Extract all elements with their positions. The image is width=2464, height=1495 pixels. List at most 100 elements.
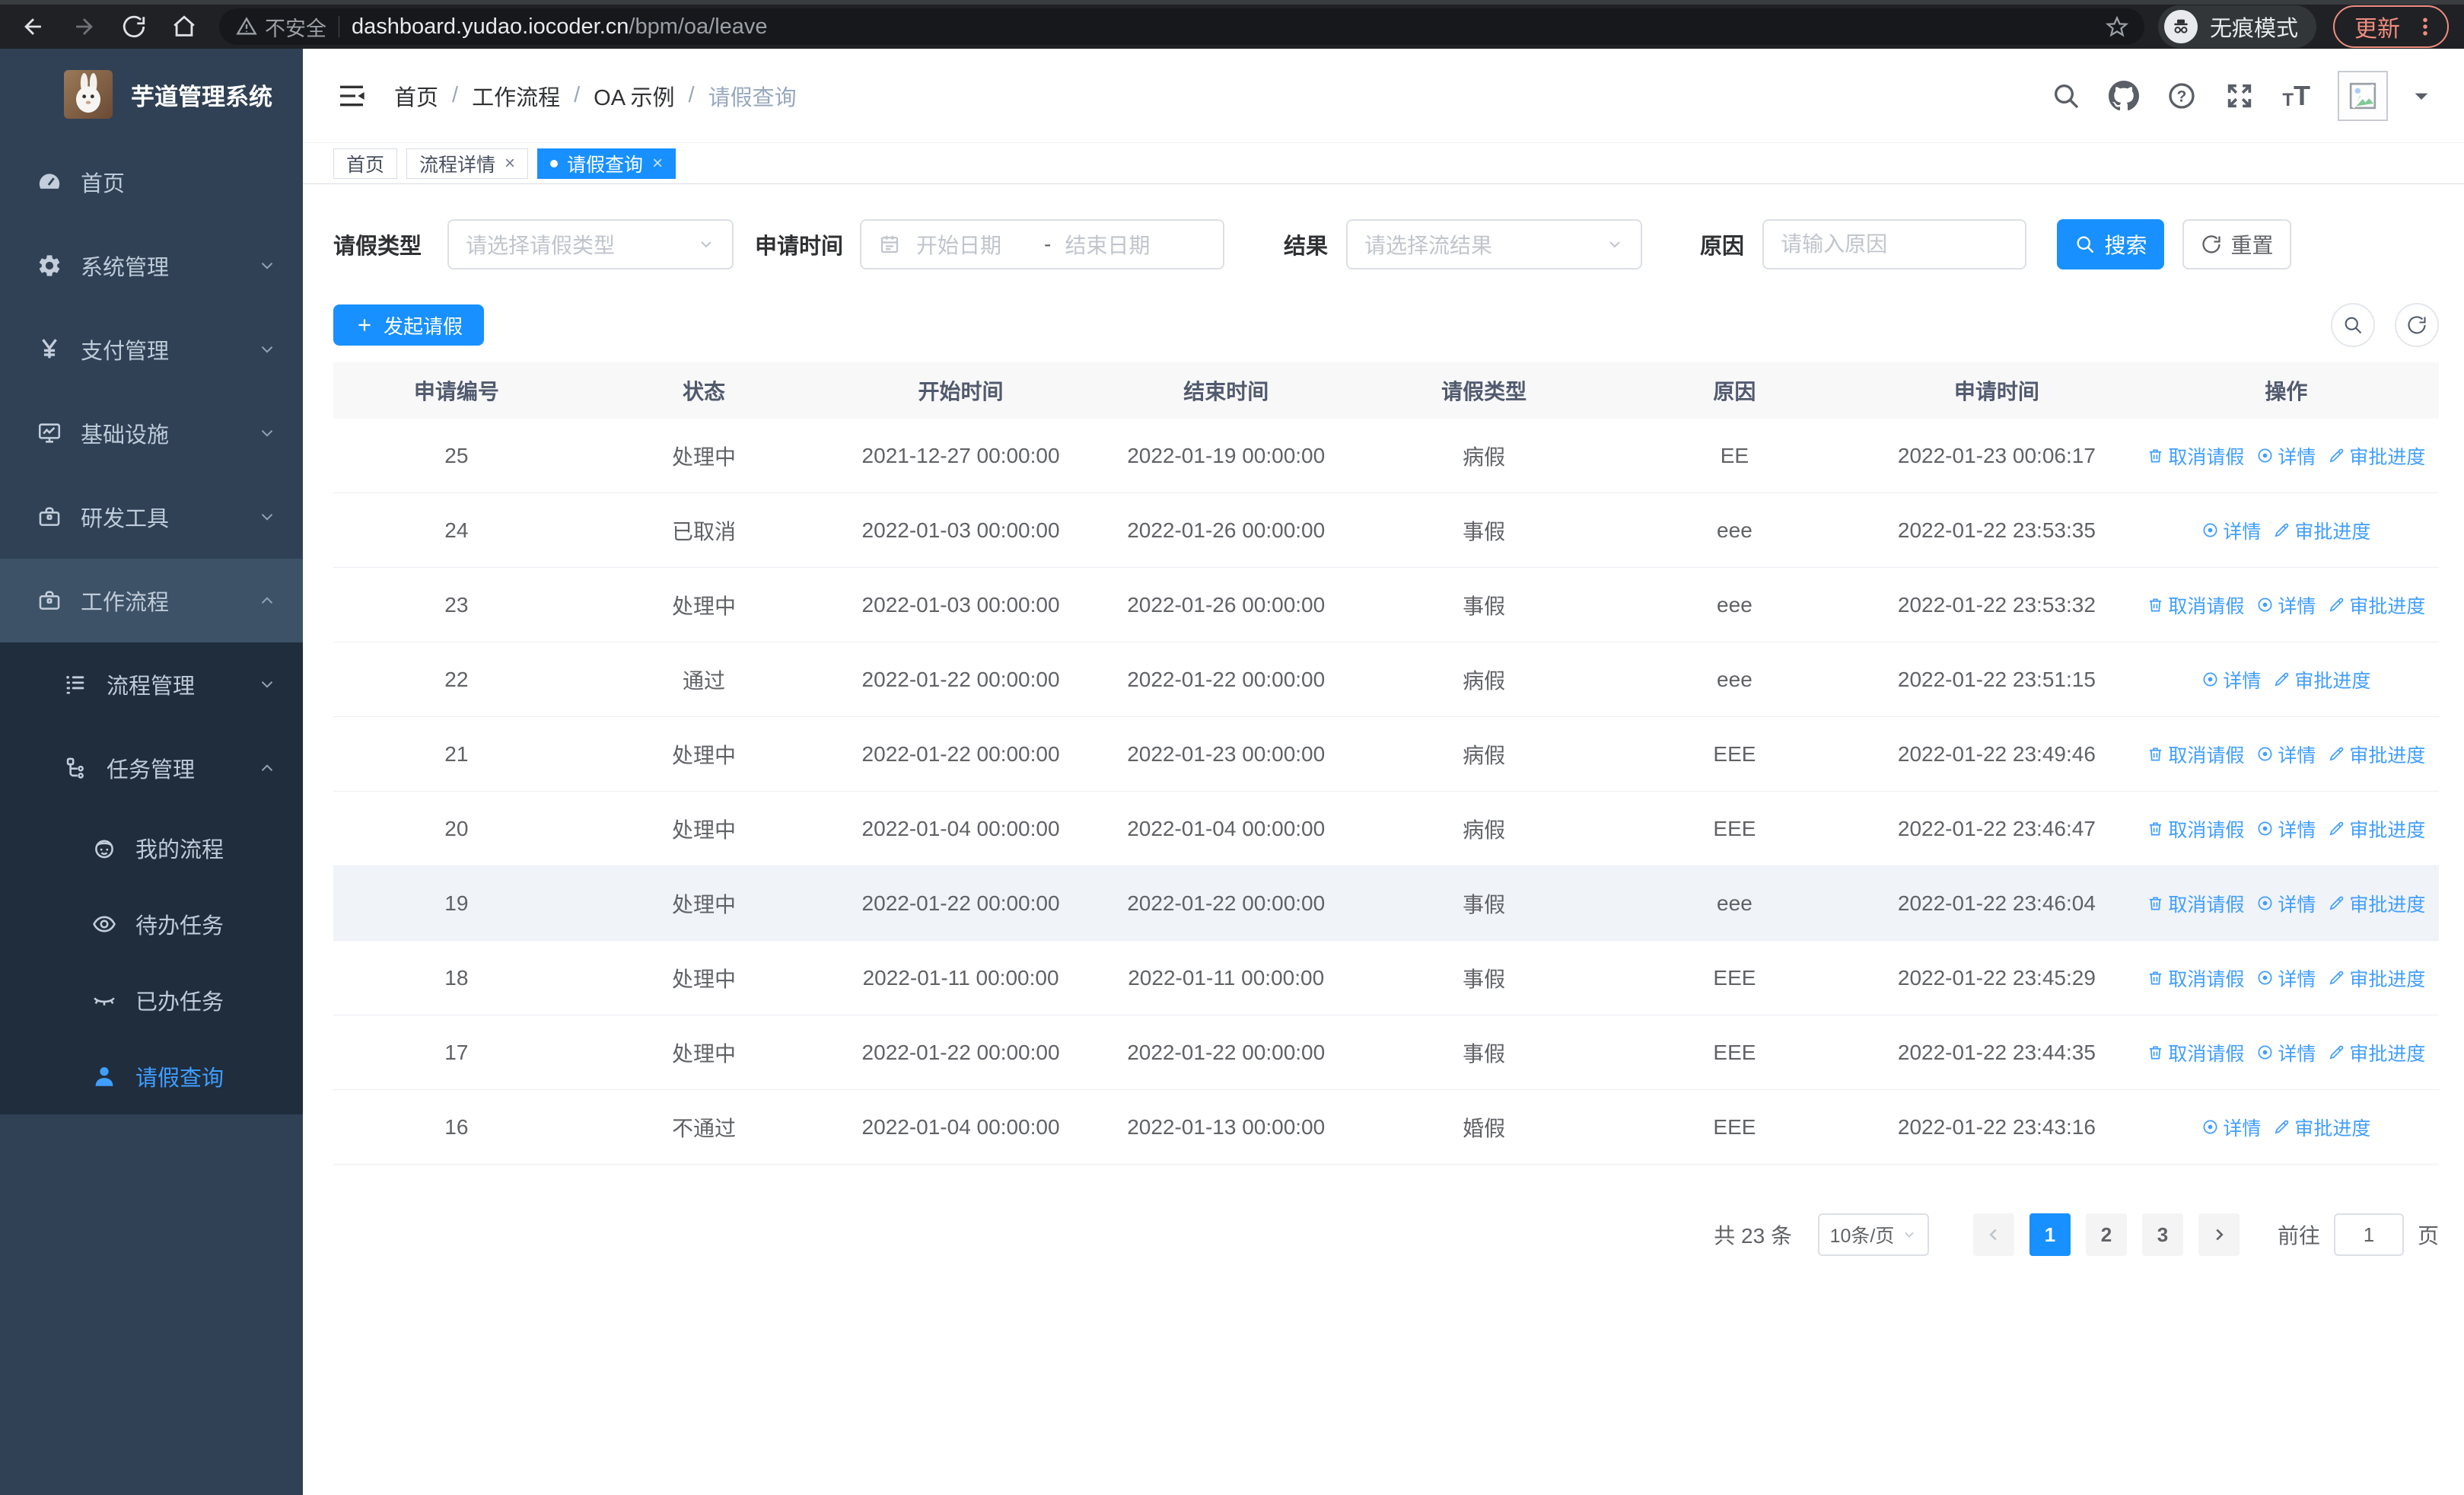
breadcrumb-item[interactable]: 首页: [394, 80, 438, 112]
back-icon[interactable]: [12, 7, 55, 46]
sidebar-item[interactable]: 任务管理: [0, 726, 303, 810]
reset-button[interactable]: 重置: [2182, 219, 2292, 269]
action-cancel[interactable]: 取消请假: [2147, 815, 2244, 843]
edit-icon: [2328, 1044, 2345, 1061]
action-progress[interactable]: 审批进度: [2328, 741, 2425, 768]
font-size-icon[interactable]: TT: [2282, 81, 2310, 110]
leave-type-select[interactable]: 请选择请假类型: [447, 219, 734, 269]
view-tag[interactable]: 请假查询 ×: [537, 148, 676, 179]
action-detail[interactable]: 详情: [2256, 442, 2316, 470]
table-row[interactable]: 25 处理中 2021-12-27 00:00:00 2022-01-19 00:00…: [333, 419, 2439, 493]
action-progress[interactable]: 审批进度: [2328, 815, 2425, 843]
page-button[interactable]: 1: [2029, 1213, 2071, 1256]
fullscreen-icon[interactable]: [2224, 81, 2255, 111]
start-date-input[interactable]: 开始日期: [916, 229, 1030, 260]
action-detail[interactable]: 详情: [2256, 964, 2316, 992]
table-row[interactable]: 16 不通过 2022-01-04 00:00:00 2022-01-13 00:00…: [333, 1090, 2439, 1165]
breadcrumb-item[interactable]: 工作流程: [472, 80, 560, 112]
table-row[interactable]: 17 处理中 2022-01-22 00:00:00 2022-01-22 00:00…: [333, 1015, 2439, 1090]
create-leave-button[interactable]: 发起请假: [333, 304, 485, 346]
action-detail[interactable]: 详情: [2256, 741, 2316, 768]
forward-icon[interactable]: [62, 7, 105, 46]
action-detail[interactable]: 详情: [2201, 1114, 2261, 1141]
sidebar-item[interactable]: 支付管理: [0, 308, 303, 391]
action-cancel[interactable]: 取消请假: [2147, 964, 2244, 992]
goto-page-input[interactable]: [2333, 1213, 2404, 1256]
action-cancel[interactable]: 取消请假: [2147, 890, 2244, 917]
page-button[interactable]: 2: [2085, 1213, 2127, 1256]
browser-update-button[interactable]: 更新: [2333, 5, 2449, 48]
help-icon[interactable]: ?: [2166, 81, 2197, 111]
site-security[interactable]: 不安全: [236, 12, 326, 42]
action-detail[interactable]: 详情: [2256, 815, 2316, 843]
close-icon[interactable]: ×: [652, 153, 663, 174]
next-page-button[interactable]: [2198, 1213, 2240, 1256]
sidebar-item[interactable]: 我的流程: [0, 810, 303, 886]
search-icon[interactable]: [2051, 81, 2081, 111]
reload-icon[interactable]: [113, 7, 155, 46]
sidebar-item[interactable]: 待办任务: [0, 886, 303, 962]
action-detail[interactable]: 详情: [2256, 890, 2316, 917]
sidebar-item[interactable]: 系统管理: [0, 224, 303, 308]
action-progress[interactable]: 审批进度: [2328, 442, 2425, 470]
sidebar-item[interactable]: 基础设施: [0, 391, 303, 475]
sidebar-item[interactable]: 首页: [0, 140, 303, 224]
close-icon[interactable]: ×: [505, 153, 515, 174]
collapse-sidebar-icon[interactable]: [333, 78, 370, 114]
table-row[interactable]: 23 处理中 2022-01-03 00:00:00 2022-01-26 00:00…: [333, 568, 2439, 642]
table-cell: EEE: [1713, 1114, 1756, 1139]
action-cancel[interactable]: 取消请假: [2147, 591, 2244, 619]
hide-search-button[interactable]: [2331, 303, 2375, 347]
table-row[interactable]: 22 通过 2022-01-22 00:00:00 2022-01-22 00:00:…: [333, 642, 2439, 717]
table-row[interactable]: 19 处理中 2022-01-22 00:00:00 2022-01-22 00:00…: [333, 866, 2439, 941]
action-progress[interactable]: 审批进度: [2328, 890, 2425, 917]
bookmark-star-icon[interactable]: [2097, 8, 2137, 45]
row-actions: 详情 审批进度: [2134, 517, 2439, 544]
action-progress[interactable]: 审批进度: [2328, 1039, 2425, 1066]
result-select[interactable]: 请选择流结果: [1346, 219, 1643, 269]
prev-page-button[interactable]: [1972, 1213, 2014, 1256]
trash-icon: [2147, 969, 2164, 987]
action-progress[interactable]: 审批进度: [2328, 964, 2425, 992]
avatar[interactable]: [2338, 70, 2388, 121]
sidebar-item[interactable]: 工作流程: [0, 559, 303, 642]
action-detail[interactable]: 详情: [2256, 591, 2316, 619]
breadcrumb-item[interactable]: OA 示例: [594, 80, 674, 112]
table-row[interactable]: 24 已取消 2022-01-03 00:00:00 2022-01-26 00:00…: [333, 493, 2439, 568]
action-progress[interactable]: 审批进度: [2273, 517, 2370, 544]
refresh-table-button[interactable]: [2395, 303, 2439, 347]
action-detail[interactable]: 详情: [2256, 1039, 2316, 1066]
table-row[interactable]: 20 处理中 2022-01-04 00:00:00 2022-01-04 00:00…: [333, 792, 2439, 866]
action-cancel[interactable]: 取消请假: [2147, 741, 2244, 768]
reason-input[interactable]: [1781, 232, 2009, 257]
action-progress[interactable]: 审批进度: [2273, 666, 2370, 693]
page-button[interactable]: 3: [2141, 1213, 2183, 1256]
view-icon: [2201, 1118, 2219, 1136]
action-detail[interactable]: 详情: [2201, 666, 2261, 693]
caret-down-icon[interactable]: [2406, 81, 2437, 111]
more-vert-icon[interactable]: [2414, 15, 2437, 38]
sidebar-item[interactable]: 流程管理: [0, 642, 303, 726]
action-cancel[interactable]: 取消请假: [2147, 442, 2244, 470]
action-detail[interactable]: 详情: [2201, 517, 2261, 544]
page-size-select[interactable]: 10条/页: [1817, 1213, 1929, 1256]
table-cell: 病假: [1463, 743, 1506, 767]
sidebar-item[interactable]: 已办任务: [0, 962, 303, 1038]
search-button[interactable]: 搜索: [2057, 219, 2165, 269]
sidebar-item[interactable]: 请假查询: [0, 1038, 303, 1114]
table-row[interactable]: 21 处理中 2022-01-22 00:00:00 2022-01-23 00:00…: [333, 717, 2439, 792]
home-icon[interactable]: [163, 7, 205, 46]
address-bar[interactable]: 不安全 dashboard.yudao.iocoder.cn/bpm/oa/le…: [219, 8, 2144, 45]
sidebar-item[interactable]: 研发工具: [0, 475, 303, 559]
apply-time-range-picker[interactable]: 开始日期 - 结束日期: [860, 219, 1225, 269]
view-tag[interactable]: 流程详情 ×: [406, 148, 529, 179]
trash-icon: [2147, 1044, 2164, 1061]
action-cancel[interactable]: 取消请假: [2147, 1039, 2244, 1066]
view-tag[interactable]: 首页: [333, 148, 398, 179]
table-row[interactable]: 18 处理中 2022-01-11 00:00:00 2022-01-11 00:00…: [333, 941, 2439, 1015]
action-progress[interactable]: 审批进度: [2328, 591, 2425, 619]
end-date-input[interactable]: 结束日期: [1065, 229, 1206, 260]
github-icon[interactable]: [2109, 80, 2140, 111]
action-progress[interactable]: 审批进度: [2273, 1114, 2370, 1141]
table-cell: 2022-01-23 00:06:17: [1897, 443, 2096, 467]
